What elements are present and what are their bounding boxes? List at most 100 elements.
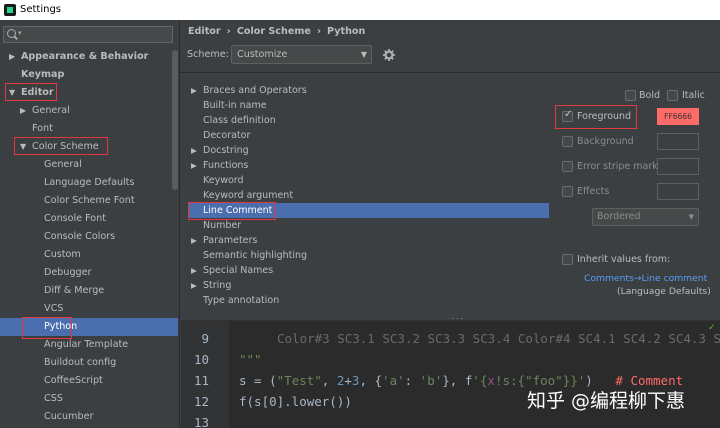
sidebar-item-console-colors[interactable]: Console Colors: [44, 228, 115, 246]
code-token: :: [404, 373, 420, 388]
tree-item-label: Decorator: [203, 130, 251, 141]
code-fstring: '{: [472, 373, 488, 388]
effects-type-dropdown[interactable]: Bordered ▼: [592, 208, 699, 226]
tree-item-class-definition[interactable]: Class definition: [188, 113, 549, 128]
bold-label: Bold: [639, 90, 660, 101]
tree-item-type-annotation[interactable]: Type annotation: [188, 293, 549, 308]
sidebar-item-label: CSS: [44, 393, 63, 404]
code-line-12: f(s[0].lower()): [239, 394, 352, 409]
tree-item-functions[interactable]: ▶ Functions: [188, 158, 549, 173]
tree-item-label: Braces and Operators: [203, 85, 307, 96]
background-color-swatch[interactable]: [657, 133, 699, 150]
italic-checkbox[interactable]: [667, 90, 678, 101]
tree-item-label: Keyword: [203, 175, 244, 186]
tree-item-label: Built-in name: [203, 100, 267, 111]
expand-arrow-icon[interactable]: ▶: [191, 233, 197, 248]
title-bar: Settings: [0, 0, 720, 20]
sidebar-item-label: Appearance & Behavior: [21, 51, 149, 62]
foreground-color-swatch[interactable]: FF6666: [657, 108, 699, 125]
inspection-ok-icon: ✓: [708, 323, 716, 333]
sidebar-scrollbar[interactable]: [172, 50, 178, 190]
annotation-box-editor: [5, 83, 57, 101]
sidebar-item-appearance-behavior[interactable]: ▶ Appearance & Behavior: [9, 48, 149, 66]
sidebar-item-font[interactable]: Font: [32, 120, 53, 138]
sidebar-item-language-defaults[interactable]: Language Defaults: [44, 174, 134, 192]
code-token: x: [487, 373, 495, 388]
sidebar-item-vcs[interactable]: VCS: [44, 300, 63, 318]
tree-item-keyword-argument[interactable]: Keyword argument: [188, 188, 549, 203]
scheme-dropdown[interactable]: Customize ▼: [231, 45, 372, 64]
sidebar-item-cucumber[interactable]: Cucumber: [44, 408, 93, 426]
expand-arrow-icon[interactable]: ▶: [191, 143, 197, 158]
expand-arrow-icon[interactable]: ▶: [191, 263, 197, 278]
sidebar-item-label: Custom: [44, 249, 81, 260]
expand-arrow-icon[interactable]: ▶: [191, 278, 197, 293]
expand-arrow-icon[interactable]: ▶: [9, 48, 15, 66]
sidebar-item-custom[interactable]: Custom: [44, 246, 81, 264]
effects-color-swatch[interactable]: [657, 183, 699, 200]
tree-item-label: Special Names: [203, 265, 274, 276]
inherit-checkbox[interactable]: [562, 254, 573, 265]
sidebar-item-label: CoffeeScript: [44, 375, 103, 386]
tree-item-label: Type annotation: [203, 295, 280, 306]
code-token: }, f: [442, 373, 473, 388]
search-input[interactable]: [26, 28, 166, 41]
breadcrumb-color-scheme[interactable]: Color Scheme: [237, 26, 311, 37]
sidebar-item-debugger[interactable]: Debugger: [44, 264, 92, 282]
sidebar-item-keymap[interactable]: Keymap: [21, 66, 64, 84]
line-number: 11: [193, 373, 209, 388]
tree-item-docstring[interactable]: ▶ Docstring: [188, 143, 549, 158]
sidebar-item-label: General: [32, 105, 70, 116]
sidebar-item-label: Language Defaults: [44, 177, 135, 188]
pycharm-app-icon: [4, 4, 16, 16]
code-token: ,: [321, 373, 337, 388]
tree-item-semantic-highlighting[interactable]: Semantic highlighting: [188, 248, 549, 263]
tree-item-label: Parameters: [203, 235, 258, 246]
expand-arrow-icon[interactable]: ▶: [191, 158, 197, 173]
breadcrumb-separator: ›: [226, 26, 231, 37]
bold-checkbox[interactable]: [625, 90, 636, 101]
sidebar-item-label: Color Scheme Font: [44, 195, 135, 206]
search-icon: [7, 29, 16, 38]
sidebar-item-console-font[interactable]: Console Font: [44, 210, 106, 228]
tree-item-braces-operators[interactable]: ▶ Braces and Operators: [188, 83, 549, 98]
code-line-10: """: [239, 352, 262, 367]
error-stripe-checkbox[interactable]: [562, 161, 573, 172]
annotation-box-line-comment: [188, 202, 276, 220]
breadcrumb-separator: ›: [316, 26, 321, 37]
sidebar-item-diff-merge[interactable]: Diff & Merge: [44, 282, 104, 300]
line-number: 13: [193, 415, 209, 428]
tree-item-number[interactable]: Number: [188, 218, 549, 233]
tree-item-decorator[interactable]: Decorator: [188, 128, 549, 143]
sidebar-item-coffeescript[interactable]: CoffeeScript: [44, 372, 103, 390]
sidebar-item-general[interactable]: ▶ General: [20, 102, 70, 120]
settings-search[interactable]: ▾: [3, 26, 173, 43]
error-stripe-color-swatch[interactable]: [657, 158, 699, 175]
tree-item-special-names[interactable]: ▶ Special Names: [188, 263, 549, 278]
sidebar-item-label: Console Colors: [44, 231, 116, 242]
expand-arrow-icon[interactable]: ▶: [191, 83, 197, 98]
tree-item-label: Number: [203, 220, 242, 231]
tree-item-string[interactable]: ▶ String: [188, 278, 549, 293]
sidebar-item-buildout-config[interactable]: Buildout config: [44, 354, 116, 372]
background-checkbox[interactable]: [562, 136, 573, 147]
tree-item-parameters[interactable]: ▶ Parameters: [188, 233, 549, 248]
expand-arrow-icon[interactable]: ▶: [20, 102, 26, 120]
sidebar-item-cs-general[interactable]: General: [44, 156, 82, 174]
tree-item-label: Docstring: [203, 145, 249, 156]
breadcrumb-editor[interactable]: Editor: [188, 26, 221, 37]
effects-checkbox[interactable]: [562, 186, 573, 197]
tree-item-keyword[interactable]: Keyword: [188, 173, 549, 188]
tree-item-builtin-name[interactable]: Built-in name: [188, 98, 549, 113]
sidebar-item-css[interactable]: CSS: [44, 390, 63, 408]
watermark: 知乎 @编程柳下惠: [527, 390, 686, 412]
inherit-label: Inherit values from:: [577, 254, 671, 265]
inherit-link[interactable]: Comments→Line comment: [584, 273, 707, 284]
search-options-caret-icon[interactable]: ▾: [18, 29, 22, 37]
sidebar-item-label: Angular Template: [44, 339, 129, 350]
sidebar-item-color-scheme-font[interactable]: Color Scheme Font: [44, 192, 135, 210]
sidebar-item-label: Console Font: [44, 213, 107, 224]
tree-item-label: String: [203, 280, 232, 291]
gear-icon[interactable]: [383, 49, 395, 61]
tree-item-label: Class definition: [203, 115, 276, 126]
